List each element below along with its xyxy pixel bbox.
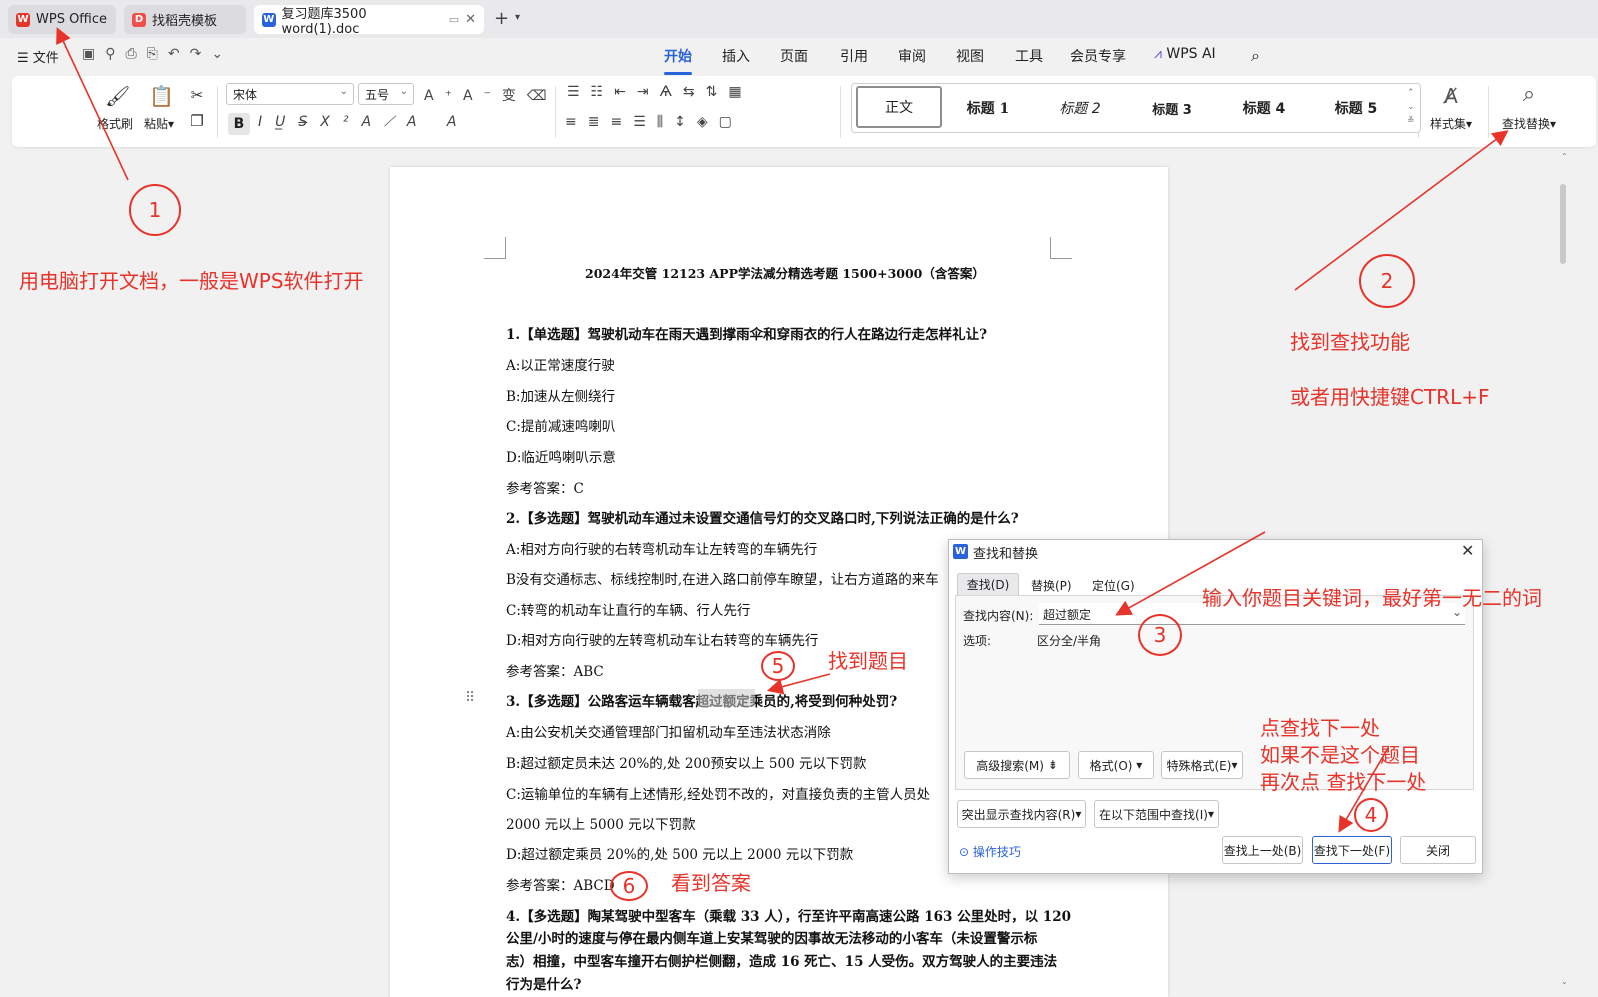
arrow-1 xyxy=(56,27,129,181)
step-3-note: 输入你题目关键词，最好第一无二的词 xyxy=(1202,586,1542,610)
step-4-circle: 4 xyxy=(1354,798,1388,832)
step-1-note: 用电脑打开文档，一般是WPS软件打开 xyxy=(19,269,364,293)
step-6-note: 看到答案 xyxy=(671,871,751,895)
step-2-note-a: 找到查找功能 xyxy=(1290,330,1410,354)
step-3-circle: 3 xyxy=(1138,614,1182,656)
step-5-note: 找到题目 xyxy=(828,649,908,673)
annotation-arrows xyxy=(56,27,1509,833)
step-5-circle: 5 xyxy=(761,651,795,681)
step-1-circle: 1 xyxy=(129,184,181,236)
step-2-note-b: 或者用快捷键CTRL+F xyxy=(1290,385,1490,409)
step-2-circle: 2 xyxy=(1359,254,1415,308)
step-4-note-a: 点查找下一处 xyxy=(1260,716,1380,740)
step-4-note-b: 如果不是这个题目 xyxy=(1260,743,1420,767)
step-6-circle: 6 xyxy=(610,871,648,901)
step-4-note-c: 再次点 查找下一处 xyxy=(1260,770,1427,794)
